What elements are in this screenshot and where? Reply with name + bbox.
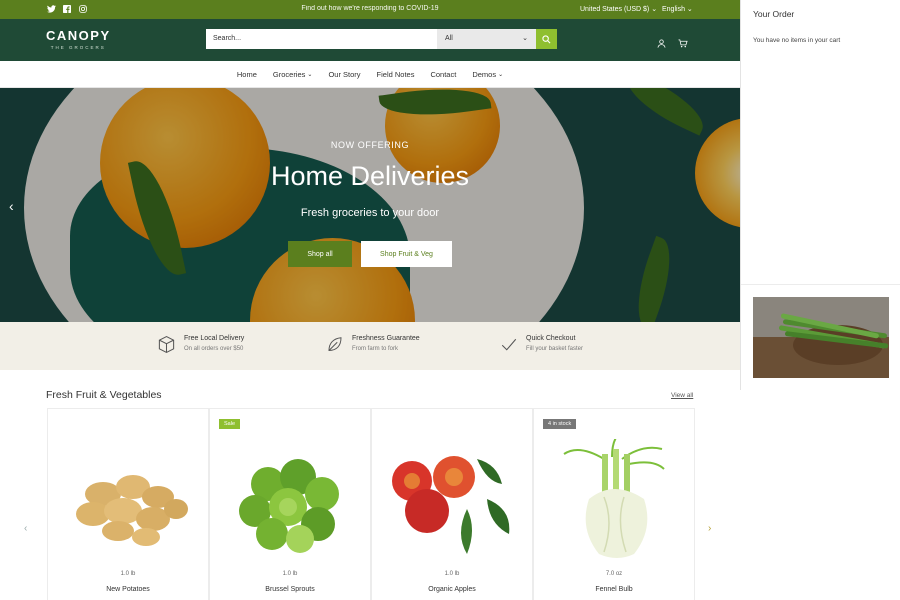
product-image-potatoes: [76, 475, 188, 546]
chevron-down-icon: ⌄: [522, 35, 528, 42]
language-selector[interactable]: English ⌄: [662, 5, 693, 13]
cart-drawer: Your Order You have no items in your car…: [740, 0, 900, 390]
feature-detail: On all orders over $50: [184, 346, 244, 352]
product-weight: 1.0 lb: [444, 571, 460, 577]
nav-item-field-notes[interactable]: Field Notes: [377, 70, 415, 79]
feature-detail: From farm to fork: [352, 346, 399, 352]
nav-label: Field Notes: [376, 69, 415, 79]
feature-title: Free Local Delivery: [184, 335, 245, 342]
hero-subtitle: Fresh groceries to your door: [300, 207, 440, 219]
header-icons: [657, 35, 688, 53]
hero-overlay: [0, 88, 740, 322]
product-image-apples: [392, 456, 510, 554]
hero-title: Home Deliveries: [270, 161, 470, 191]
shop-fruit-veg-button[interactable]: Shop Fruit & Veg: [361, 241, 452, 267]
product-card[interactable]: Sale 1.0 lb Brussel Sprouts: [209, 408, 371, 600]
chevron-down-icon: ⌄: [307, 71, 313, 78]
feature-detail: Fill your basket faster: [526, 346, 584, 352]
feature-title: Quick Checkout: [526, 335, 576, 342]
search-category-value: All: [445, 35, 453, 42]
search-category-select[interactable]: All ⌄: [437, 29, 536, 49]
chevron-down-icon: ⌄: [498, 71, 504, 78]
product-name[interactable]: Brussel Sprouts: [210, 586, 370, 593]
nav-label: Our Story: [328, 69, 361, 79]
product-card[interactable]: 1.0 lb New Potatoes: [47, 408, 209, 600]
nav-label: Contact: [430, 69, 457, 79]
feature-delivery: Free Local Delivery On all orders over $…: [157, 335, 244, 354]
features-band: Free Local Delivery On all orders over $…: [0, 322, 740, 370]
logo-subtitle: THE GROCERS: [50, 45, 106, 50]
store-logo[interactable]: CANOPY THE GROCERS: [46, 28, 111, 50]
search-input[interactable]: Search...: [206, 29, 437, 49]
search-bar: Search... All ⌄: [206, 29, 557, 49]
product-weight: 1.0 lb: [120, 571, 136, 577]
stock-badge: 4 in stock: [543, 419, 577, 429]
site-header: CANOPY THE GROCERS Search... All ⌄: [0, 19, 740, 61]
nav-label: Home: [236, 69, 257, 79]
product-name[interactable]: New Potatoes: [48, 586, 208, 593]
checkmark-icon: [501, 338, 517, 351]
chevron-down-icon: ⌄: [686, 6, 693, 13]
hero-banner: ‹ NOW OFFERING Home Deliveries Fresh gro…: [0, 88, 740, 322]
nav-label: Demos: [472, 69, 497, 79]
announcement-bar: Find out how we're responding to COVID-1…: [0, 0, 740, 19]
feature-title: Freshness Guarantee: [352, 335, 420, 342]
nav-item-contact[interactable]: Contact: [430, 70, 456, 79]
cart-icon[interactable]: [678, 35, 688, 53]
product-name[interactable]: Organic Apples: [372, 586, 532, 593]
nav-item-our-story[interactable]: Our Story: [328, 70, 360, 79]
chevron-down-icon: ⌄: [651, 6, 658, 13]
product-weight: 1.0 lb: [282, 571, 298, 577]
hero-kicker: NOW OFFERING: [330, 140, 410, 150]
nav-item-home[interactable]: Home: [237, 70, 257, 79]
cart-divider: [741, 284, 900, 285]
product-carousel: 1.0 lb New Potatoes Sale 1.0 lb Brussel …: [47, 408, 695, 600]
product-card[interactable]: 4 in stock 7.0 oz Fennel Bulb: [533, 408, 695, 600]
promo-image-asparagus[interactable]: [753, 297, 889, 378]
nav-item-groceries[interactable]: Groceries ⌄: [273, 70, 313, 79]
product-card[interactable]: 1.0 lb Organic Apples: [371, 408, 533, 600]
leaf-icon: [328, 337, 342, 351]
cart-title: Your Order: [753, 9, 795, 19]
product-name[interactable]: Fennel Bulb: [534, 586, 694, 593]
search-icon: [542, 34, 551, 43]
cart-empty-message: You have no items in your cart: [753, 37, 841, 44]
nav-label: Groceries: [272, 69, 306, 79]
section-title: Fresh Fruit & Vegetables: [46, 389, 162, 401]
language-label: English: [662, 6, 685, 13]
currency-selector[interactable]: United States (USD $) ⌄: [580, 5, 657, 13]
search-button[interactable]: [536, 29, 557, 49]
nav-item-demos[interactable]: Demos ⌄: [472, 70, 503, 79]
product-weight: 7.0 oz: [605, 571, 623, 577]
logo-name: CANOPY: [46, 28, 111, 43]
shop-all-button[interactable]: Shop all: [288, 241, 352, 267]
feature-freshness: Freshness Guarantee From farm to fork: [326, 335, 420, 354]
product-image-fennel: [563, 439, 665, 558]
box-icon: [158, 336, 175, 353]
sale-badge: Sale: [219, 419, 241, 429]
carousel-prev-icon[interactable]: ‹: [24, 523, 27, 534]
carousel-next-icon[interactable]: ›: [708, 523, 711, 534]
product-image-brussel-sprouts: [239, 459, 339, 553]
storefront-page: Find out how we're responding to COVID-1…: [0, 0, 740, 600]
main-navigation: Home Groceries ⌄ Our Story Field Notes Co…: [0, 61, 740, 88]
view-all-link[interactable]: View all: [671, 392, 693, 399]
feature-checkout: Quick Checkout Fill your basket faster: [500, 335, 583, 354]
currency-label: United States (USD $): [580, 6, 650, 13]
account-icon[interactable]: [657, 35, 666, 53]
